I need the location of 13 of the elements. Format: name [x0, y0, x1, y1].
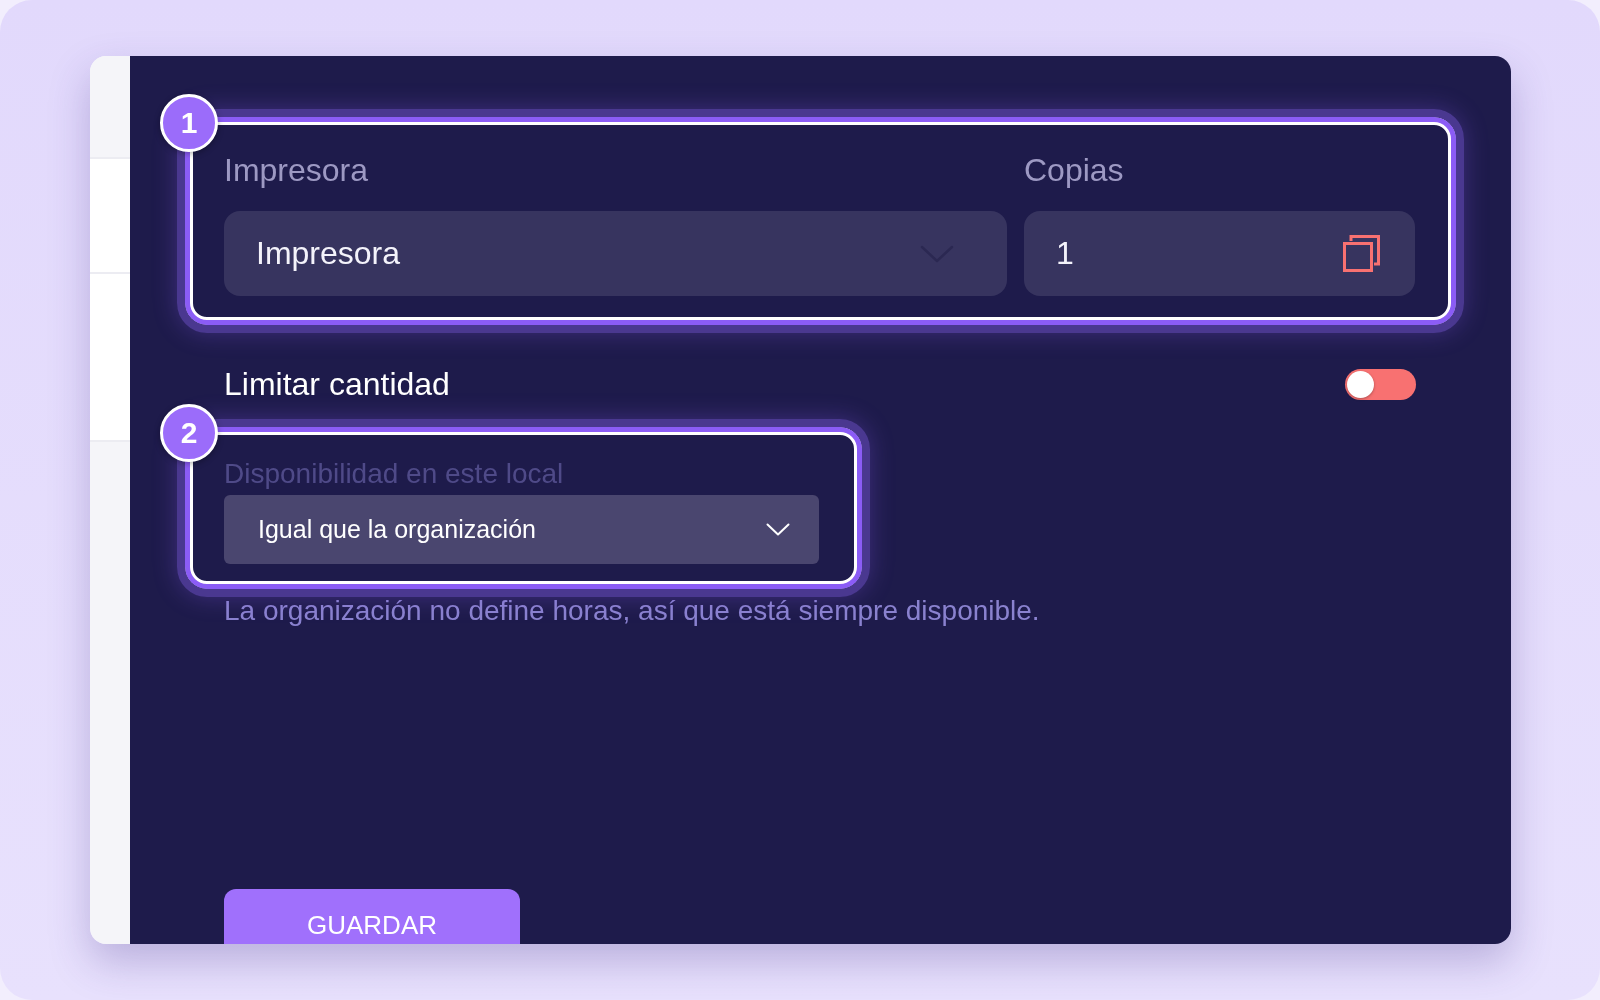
printer-select[interactable]: Impresora [224, 211, 1007, 296]
copy-icon [1343, 235, 1380, 272]
help-text: La organización no define horas, así que está siempre disponible. [223, 597, 1041, 625]
field-label: Disponibilidad en este local [224, 457, 565, 491]
field-label: Copias [1024, 151, 1125, 189]
availability-select[interactable]: Igual que la organización [224, 495, 819, 564]
field-label: Impresora [224, 151, 370, 189]
setting-label: Limitar cantidad [224, 365, 450, 403]
step-badge: 1 [160, 94, 218, 152]
step-badge: 2 [160, 404, 218, 462]
copies-field[interactable]: 1 [1024, 211, 1415, 296]
toggle-switch[interactable] [1345, 368, 1416, 400]
chevron-down-icon [766, 523, 790, 536]
